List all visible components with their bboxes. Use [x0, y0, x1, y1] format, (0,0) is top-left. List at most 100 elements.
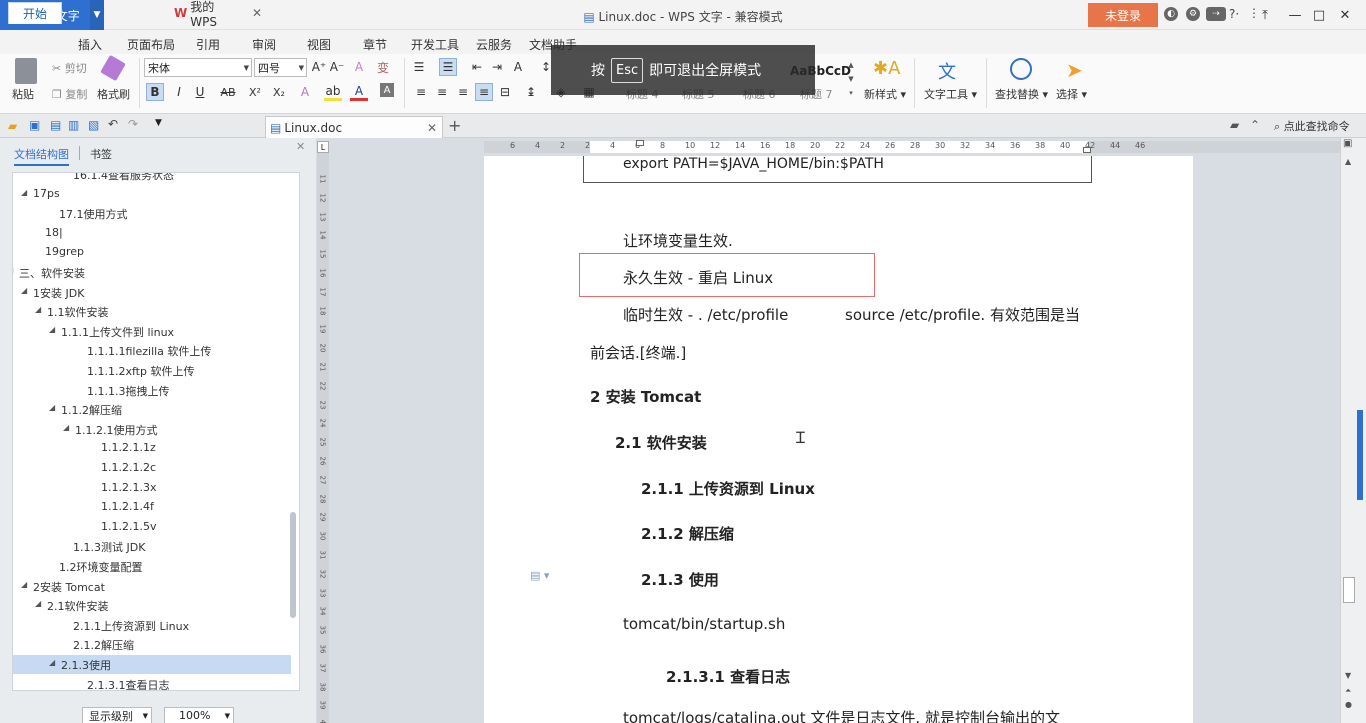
outline-item[interactable]: 1.1.1.3拖拽上传	[13, 381, 291, 400]
justify-icon[interactable]: ≡	[475, 83, 493, 101]
settings-icon[interactable]: ⚙	[1186, 7, 1200, 21]
command-search[interactable]: ⌕ 点此查找命令	[1274, 118, 1350, 134]
align-left-icon[interactable]: ≡	[412, 83, 430, 101]
font-size-select[interactable]: 四号 ▼	[254, 58, 307, 77]
paste-icon[interactable]	[15, 58, 37, 84]
heading-2-1[interactable]: 2.1 软件安装	[615, 432, 707, 453]
open-icon[interactable]: ▰	[8, 119, 22, 133]
share-icon[interactable]: ⇢	[1206, 7, 1226, 21]
numbered-list-icon[interactable]: ☰	[439, 58, 457, 76]
outline-item[interactable]: 1.2环境变量配置	[13, 557, 291, 576]
tab-bookmarks[interactable]: 书签	[90, 146, 112, 162]
expand-toggle-icon[interactable]: ◢	[49, 658, 55, 667]
expand-toggle-icon[interactable]: ◢	[21, 188, 27, 197]
cut-button[interactable]: ✂ 剪切	[52, 60, 87, 76]
split-view-icon[interactable]: ▣	[1343, 138, 1352, 149]
document-page[interactable]	[484, 156, 1193, 723]
scrollbar-thumb[interactable]	[1343, 577, 1355, 603]
find-replace-icon[interactable]	[1010, 58, 1032, 80]
ruler-corner[interactable]: L	[317, 141, 329, 153]
underline-icon[interactable]: U	[191, 83, 209, 101]
outline-item[interactable]: 16.1.4查看服务状态	[13, 173, 291, 184]
outline-item[interactable]: ◢ 三、软件安装	[13, 263, 291, 282]
select-browse-icon[interactable]: ●	[1345, 700, 1352, 709]
collapse-ribbon-icon[interactable]: ⌃	[1250, 118, 1264, 132]
font-color-icon[interactable]: A	[350, 83, 368, 101]
italic-icon[interactable]: I	[170, 83, 188, 101]
increase-indent-icon[interactable]: ⇥	[488, 58, 506, 76]
outline-item[interactable]: ◢ 2.1软件安装	[13, 596, 291, 615]
paragraph[interactable]: 永久生效 - 重启 Linux	[623, 267, 773, 288]
outline-item[interactable]: 2.1.2解压缩	[13, 635, 291, 654]
outline-item[interactable]: ◢ 1.1.2.1使用方式	[13, 420, 291, 439]
text-tools-icon[interactable]: 文	[938, 58, 956, 84]
save-icon[interactable]: ▣	[29, 118, 43, 132]
print-preview-icon[interactable]: ▧	[88, 118, 102, 132]
phonetic-icon[interactable]: 变	[374, 58, 392, 76]
outline-item[interactable]: ◢ 1.1软件安装	[13, 302, 291, 321]
prev-page-icon[interactable]: ⏶	[1345, 686, 1351, 696]
outline-item[interactable]: 2.1.1上传资源到 Linux	[13, 616, 291, 635]
tab-view[interactable]: 视图	[307, 36, 331, 53]
paragraph[interactable]: tomcat/logs/catalina.out 文件是日志文件. 就是控制台输…	[623, 707, 1060, 723]
scroll-up-icon[interactable]: ▲	[1345, 157, 1351, 166]
tab-doc-outline[interactable]: 文档结构图	[14, 146, 69, 166]
outline-item[interactable]: 1.1.1.1filezilla 软件上传	[13, 341, 291, 360]
export-pdf-icon[interactable]: ▤	[50, 118, 64, 132]
horizontal-ruler[interactable]: 6422468101214161820222426283032343638404…	[484, 141, 1340, 153]
expand-toggle-icon[interactable]: ◢	[35, 305, 41, 314]
text-effect-icon[interactable]: A	[296, 83, 314, 101]
clear-format-icon[interactable]: A	[350, 58, 368, 76]
font-name-select[interactable]: 宋体 ▼	[144, 58, 252, 77]
close-tab-icon[interactable]: ✕	[252, 6, 262, 20]
paste-button[interactable]: 粘贴	[12, 86, 34, 102]
maximize-button[interactable]: □	[1308, 4, 1330, 26]
copy-button[interactable]: ❐ 复制	[52, 86, 87, 102]
heading-2[interactable]: 2 安装 Tomcat	[590, 386, 701, 407]
vertical-ruler[interactable]: 11 12 13 14 15 16 17 18 19 20 21 22 23 24 25 26 27 28 29 30…	[317, 153, 329, 723]
paragraph[interactable]: 让环境变量生效.	[623, 230, 733, 251]
tab-cloud[interactable]: 云服务	[476, 36, 512, 53]
print-icon[interactable]: ▥	[68, 118, 82, 132]
outline-item[interactable]: 2.1.3.1查看日志	[13, 675, 291, 690]
tab-review[interactable]: 审阅	[252, 36, 276, 53]
outline-item[interactable]: 1.1.1.2xftp 软件上传	[13, 361, 291, 380]
tab-chapter[interactable]: 章节	[363, 36, 387, 53]
outline-item[interactable]: ◢ 1安装 JDK	[13, 283, 291, 302]
style-scroll-icon[interactable]: ▲ ▼ ▾	[846, 58, 856, 102]
outline-item[interactable]: 1.1.3测试 JDK	[13, 537, 291, 556]
code-line[interactable]: export PATH=$JAVA_HOME/bin:$PATH	[623, 156, 884, 172]
bullet-list-icon[interactable]: ☰	[410, 58, 428, 76]
outline-item[interactable]: 1.1.2.1.4f	[13, 498, 291, 517]
outline-item[interactable]: 19grep	[13, 243, 291, 262]
tab-start[interactable]: 开始	[8, 2, 62, 24]
align-right-icon[interactable]: ≡	[454, 83, 472, 101]
skin-icon[interactable]: ◐	[1164, 7, 1178, 21]
expand-toggle-icon[interactable]: ◢	[35, 599, 41, 608]
heading-2-1-2[interactable]: 2.1.2 解压缩	[641, 523, 734, 544]
expand-toggle-icon[interactable]: ◢	[49, 325, 55, 334]
outline-item[interactable]: ◢ 17ps	[13, 185, 291, 204]
expand-toggle-icon[interactable]: ◢	[21, 580, 27, 589]
subscript-icon[interactable]: X₂	[270, 83, 288, 101]
outline-item[interactable]: ◢ 1.1.2解压缩	[13, 400, 291, 419]
char-shading-icon[interactable]: A	[380, 83, 394, 97]
format-painter-button[interactable]: 格式刷	[97, 86, 130, 102]
new-style-icon[interactable]: ✱A	[873, 58, 900, 79]
paragraph-marker-icon[interactable]: ▤ ▾	[530, 569, 549, 582]
distribute-icon[interactable]: ⊟	[496, 83, 514, 101]
tab-references[interactable]: 引用	[196, 36, 220, 53]
outline-item[interactable]: ◢ 2安装 Tomcat	[13, 577, 291, 596]
expand-toggle-icon[interactable]: ◢	[21, 286, 27, 295]
paragraph[interactable]: source /etc/profile. 有效范围是当	[845, 304, 1080, 325]
new-tab-icon[interactable]: +	[448, 116, 461, 135]
select-button[interactable]: 选择 ▾	[1056, 86, 1087, 102]
display-level-select[interactable]: 显示级别 ▼	[82, 707, 152, 723]
outline-item[interactable]: 18|	[13, 224, 291, 243]
paragraph[interactable]: tomcat/bin/startup.sh	[623, 615, 785, 633]
find-replace-button[interactable]: 查找替换 ▾	[995, 86, 1048, 102]
login-button[interactable]: 未登录	[1088, 3, 1158, 27]
highlight-icon[interactable]: ab	[324, 83, 342, 101]
scroll-down-icon[interactable]: ▼	[1345, 671, 1351, 680]
strikethrough-icon[interactable]: AB	[219, 83, 237, 101]
